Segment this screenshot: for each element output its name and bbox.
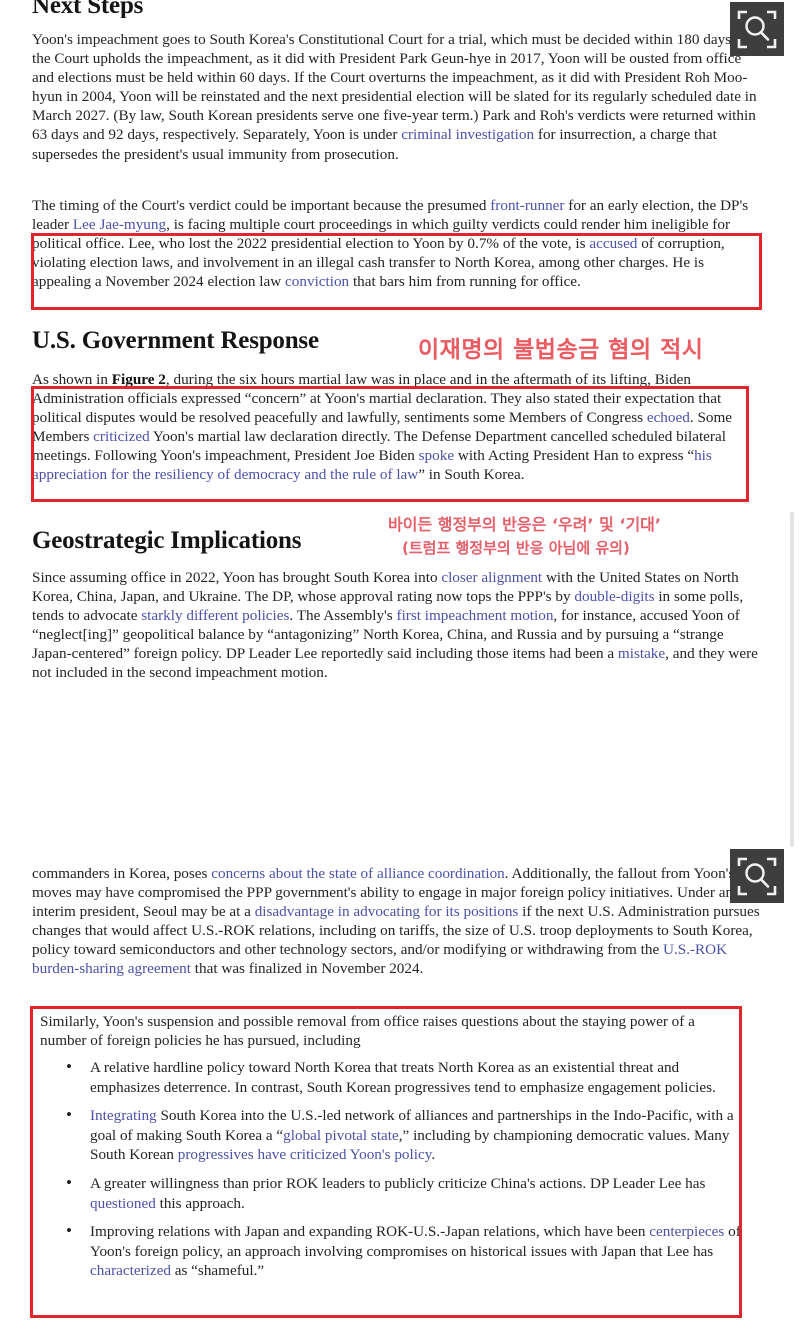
paragraph-next-steps-2: The timing of the Court's verdict could … (32, 196, 765, 291)
inline-link[interactable]: centerpieces (649, 1223, 724, 1240)
inline-text: . (431, 1146, 436, 1164)
magnifier-icon (737, 10, 777, 49)
magnifier-icon (737, 857, 777, 896)
inline-link[interactable]: questioned (90, 1195, 156, 1212)
inline-text: ” in South Korea. (418, 466, 525, 484)
inline-text: As shown in (32, 371, 112, 388)
inline-link[interactable]: echoed (647, 409, 690, 426)
heading-geostrategic-implications: Geostrategic Implications (32, 527, 302, 554)
list-item: A relative hardline policy toward North … (52, 1057, 742, 1097)
korean-annotation-biden-reaction: 바이든 행정부의 반응은 ‘우려’ 및 ‘기대’ (388, 515, 661, 534)
heading-us-government-response: U.S. Government Response (32, 327, 319, 354)
inline-link[interactable]: accused (589, 235, 637, 252)
inline-link[interactable]: Integrating (90, 1107, 157, 1124)
inline-text: that was finalized in November 2024. (190, 960, 424, 978)
inline-text: The timing of the Court's verdict could … (32, 197, 491, 214)
inline-link[interactable]: criticized (93, 428, 150, 445)
list-item: Integrating South Korea into the U.S.-le… (52, 1105, 742, 1165)
inline-bold: Figure 2 (111, 371, 166, 388)
inline-text: as “shameful.” (170, 1262, 265, 1280)
inline-text: that bars him from running for office. (349, 273, 581, 291)
paragraph-next-steps-1: Yoon's impeachment goes to South Korea's… (32, 30, 765, 164)
inline-link[interactable]: mistake (618, 645, 665, 662)
inline-text: commanders in Korea, poses (32, 865, 212, 882)
page-gap (0, 716, 800, 856)
inline-link[interactable]: closer alignment (441, 569, 542, 586)
inline-link[interactable]: criminal investigation (401, 126, 534, 143)
bullet-list-foreign-policies: A relative hardline policy toward North … (52, 1057, 742, 1290)
vertical-scrollbar[interactable] (790, 512, 794, 847)
inline-link[interactable]: global pivotal state (283, 1127, 399, 1144)
inline-link[interactable]: concerns about the state of alliance coo… (211, 865, 505, 882)
korean-annotation-lee-illegal-transfer: 이재명의 불법송금 혐의 적시 (418, 337, 704, 363)
paragraph-us-response: As shown in Figure 2, during the six hou… (32, 370, 765, 485)
inline-text: Similarly, Yoon's suspension and possibl… (40, 1013, 695, 1050)
inline-text: . The Assembly's (289, 607, 397, 625)
inline-link[interactable]: starkly different policies (141, 607, 289, 624)
inline-link[interactable]: first impeachment motion (397, 607, 554, 624)
list-item: A greater willingness than prior ROK lea… (52, 1173, 742, 1213)
magnify-overlay-button-bottom[interactable] (730, 849, 784, 903)
heading-next-steps: Next Steps (32, 0, 144, 18)
paragraph-geostrategic-1: Since assuming office in 2022, Yoon has … (32, 568, 765, 683)
inline-text: this approach. (155, 1194, 245, 1212)
inline-link[interactable]: double-digits (574, 588, 654, 605)
paragraph-geostrategic-3: Similarly, Yoon's suspension and possibl… (40, 1012, 740, 1050)
korean-annotation-trump-caveat: (트럼프 행정부의 반응 아님에 유의) (402, 539, 630, 557)
inline-link[interactable]: Lee Jae-myung (73, 216, 166, 233)
inline-link[interactable]: spoke (419, 447, 454, 464)
paragraph-geostrategic-2: commanders in Korea, poses concerns abou… (32, 864, 765, 979)
inline-link[interactable]: characterized (90, 1262, 171, 1279)
magnify-overlay-button-top[interactable] (730, 2, 784, 56)
inline-text: Improving relations with Japan and expan… (90, 1223, 650, 1241)
inline-link[interactable]: conviction (285, 273, 349, 290)
inline-text: A relative hardline policy toward North … (90, 1059, 716, 1096)
inline-link[interactable]: front-runner (490, 197, 564, 214)
inline-link[interactable]: disadvantage in advocating for its posit… (255, 903, 519, 920)
inline-text: A greater willingness than prior ROK lea… (90, 1174, 706, 1192)
inline-text: Since assuming office in 2022, Yoon has … (32, 569, 442, 586)
list-item: Improving relations with Japan and expan… (52, 1221, 742, 1281)
inline-link[interactable]: progressives have criticized Yoon's poli… (178, 1146, 432, 1163)
inline-text: with Acting President Han to express “ (454, 447, 695, 465)
